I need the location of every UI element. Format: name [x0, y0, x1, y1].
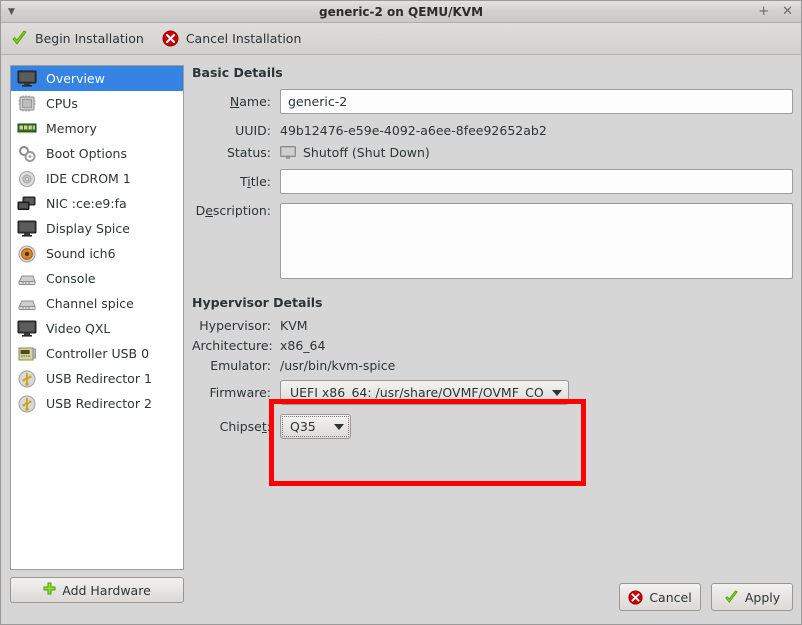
maximize-icon[interactable]: + [758, 5, 769, 18]
begin-installation-label: Begin Installation [35, 31, 144, 46]
hypervisor-details-heading: Hypervisor Details [192, 295, 323, 310]
firmware-label: Firmware: [209, 385, 272, 400]
gears-icon [16, 144, 38, 164]
monitor-icon [16, 319, 38, 339]
speaker-icon [16, 244, 38, 264]
cancel-button[interactable]: Cancel [619, 583, 701, 611]
sidebar-item-label: Channel spice [46, 296, 134, 311]
window-title: generic-2 on QEMU/KVM [318, 4, 484, 19]
sidebar-item-label: Console [46, 271, 96, 286]
usb-icon [16, 369, 38, 389]
sidebar-item-label: Sound ich6 [46, 246, 116, 261]
emulator-label: Emulator: [210, 358, 271, 373]
chipset-select[interactable]: Q35 [280, 414, 351, 439]
architecture-value: x86_64 [280, 338, 326, 353]
green-check-icon [724, 589, 739, 605]
sidebar-item-channel-spice[interactable]: Channel spice [11, 291, 183, 316]
sidebar-item-ide-cdrom-1[interactable]: IDE CDROM 1 [11, 166, 183, 191]
red-x-circle-icon [628, 589, 643, 605]
window-body: Overview CPUs Memory Boot Options IDE CDROM … [1, 56, 801, 624]
sidebar-item-boot-options[interactable]: Boot Options [11, 141, 183, 166]
sidebar-item-label: Display Spice [46, 221, 130, 236]
usb-icon [16, 394, 38, 414]
basic-details-heading: Basic Details [192, 65, 283, 80]
add-hardware-button[interactable]: Add Hardware [10, 577, 184, 603]
chipset-label: Chipset: [219, 419, 271, 434]
name-label: Name: [229, 94, 271, 109]
console-icon [16, 269, 38, 289]
sidebar-item-label: Memory [46, 121, 97, 136]
sidebar-item-label: Overview [46, 71, 105, 86]
begin-installation-button[interactable]: Begin Installation [11, 30, 144, 47]
firmware-value: UEFI x86_64: /usr/share/OVMF/OVMF_CODE.f… [290, 385, 544, 400]
cancel-button-label: Cancel [649, 589, 692, 605]
sidebar-item-label: Controller USB 0 [46, 346, 150, 361]
monitor-icon [16, 219, 38, 239]
sidebar-item-usb-redirector-2[interactable]: USB Redirector 2 [11, 391, 183, 416]
add-hardware-label: Add Hardware [62, 582, 151, 598]
cancel-installation-button[interactable]: Cancel Installation [162, 30, 302, 47]
controller-card-icon [16, 344, 38, 364]
sidebar-item-usb-redirector-1[interactable]: USB Redirector 1 [11, 366, 183, 391]
sidebar-item-label: Boot Options [46, 146, 127, 161]
main-toolbar: Begin Installation Cancel Installation [1, 23, 801, 55]
sidebar-item-label: CPUs [46, 96, 78, 111]
sidebar-item-memory[interactable]: Memory [11, 116, 183, 141]
details-pane: Basic Details Name: generic-2 UUID: 49b1… [192, 65, 793, 616]
monitor-icon [16, 69, 38, 89]
sidebar-item-cpus[interactable]: CPUs [11, 91, 183, 116]
sidebar-item-display-spice[interactable]: Display Spice [11, 216, 183, 241]
sidebar-item-controller-usb-0[interactable]: Controller USB 0 [11, 341, 183, 366]
window-menu-button[interactable]: ▼ [8, 1, 15, 22]
sidebar-item-nic-ce-e9-fa[interactable]: NIC :ce:e9:fa [11, 191, 183, 216]
architecture-label: Architecture: [192, 338, 273, 353]
status-label: Status: [226, 145, 271, 160]
sidebar-item-label: USB Redirector 1 [46, 371, 152, 386]
sidebar-item-video-qxl[interactable]: Video QXL [11, 316, 183, 341]
sidebar-item-label: IDE CDROM 1 [46, 171, 131, 186]
plus-icon [43, 582, 56, 598]
cancel-installation-label: Cancel Installation [185, 31, 302, 46]
red-x-circle-icon [162, 30, 179, 47]
description-label: Description: [195, 203, 271, 218]
sidebar-item-label: Video QXL [46, 321, 111, 336]
chipset-value: Q35 [290, 419, 316, 434]
hypervisor-label: Hypervisor: [199, 318, 271, 333]
title-input[interactable] [280, 169, 793, 194]
cdrom-disc-icon [16, 169, 38, 189]
firmware-select[interactable]: UEFI x86_64: /usr/share/OVMF/OVMF_CODE.f… [280, 380, 569, 405]
apply-button[interactable]: Apply [711, 583, 793, 611]
memory-module-icon [16, 119, 38, 139]
sidebar-item-label: NIC :ce:e9:fa [46, 196, 127, 211]
apply-button-label: Apply [744, 589, 781, 605]
shutoff-monitor-icon [280, 145, 296, 160]
sidebar-item-overview[interactable]: Overview [11, 66, 183, 91]
chevron-down-icon [552, 389, 562, 396]
network-card-icon [16, 194, 38, 214]
emulator-value: /usr/bin/kvm-spice [280, 358, 396, 373]
green-check-icon [11, 30, 28, 47]
window-titlebar: ▼ generic-2 on QEMU/KVM + ✕ [1, 1, 801, 23]
sidebar-item-console[interactable]: Console [11, 266, 183, 291]
dialog-button-bar: Cancel Apply [619, 583, 793, 611]
uuid-value: 49b12476-e59e-4092-a6ee-8fee92652ab2 [280, 123, 547, 138]
virt-manager-window: ▼ generic-2 on QEMU/KVM + ✕ Begin Instal… [0, 0, 802, 625]
status-value: Shutoff (Shut Down) [303, 145, 430, 160]
title-label: Title: [239, 174, 271, 189]
close-icon[interactable]: ✕ [782, 5, 793, 18]
console-icon [16, 294, 38, 314]
sidebar-item-label: USB Redirector 2 [46, 396, 152, 411]
cpu-chip-icon [16, 94, 38, 114]
uuid-label: UUID: [235, 123, 271, 138]
sidebar-item-sound-ich6[interactable]: Sound ich6 [11, 241, 183, 266]
chevron-down-icon [334, 423, 344, 430]
hypervisor-value: KVM [280, 318, 308, 333]
name-input[interactable]: generic-2 [280, 89, 793, 114]
description-textarea[interactable] [280, 203, 793, 279]
hardware-device-list[interactable]: Overview CPUs Memory Boot Options IDE CDROM … [10, 65, 184, 570]
